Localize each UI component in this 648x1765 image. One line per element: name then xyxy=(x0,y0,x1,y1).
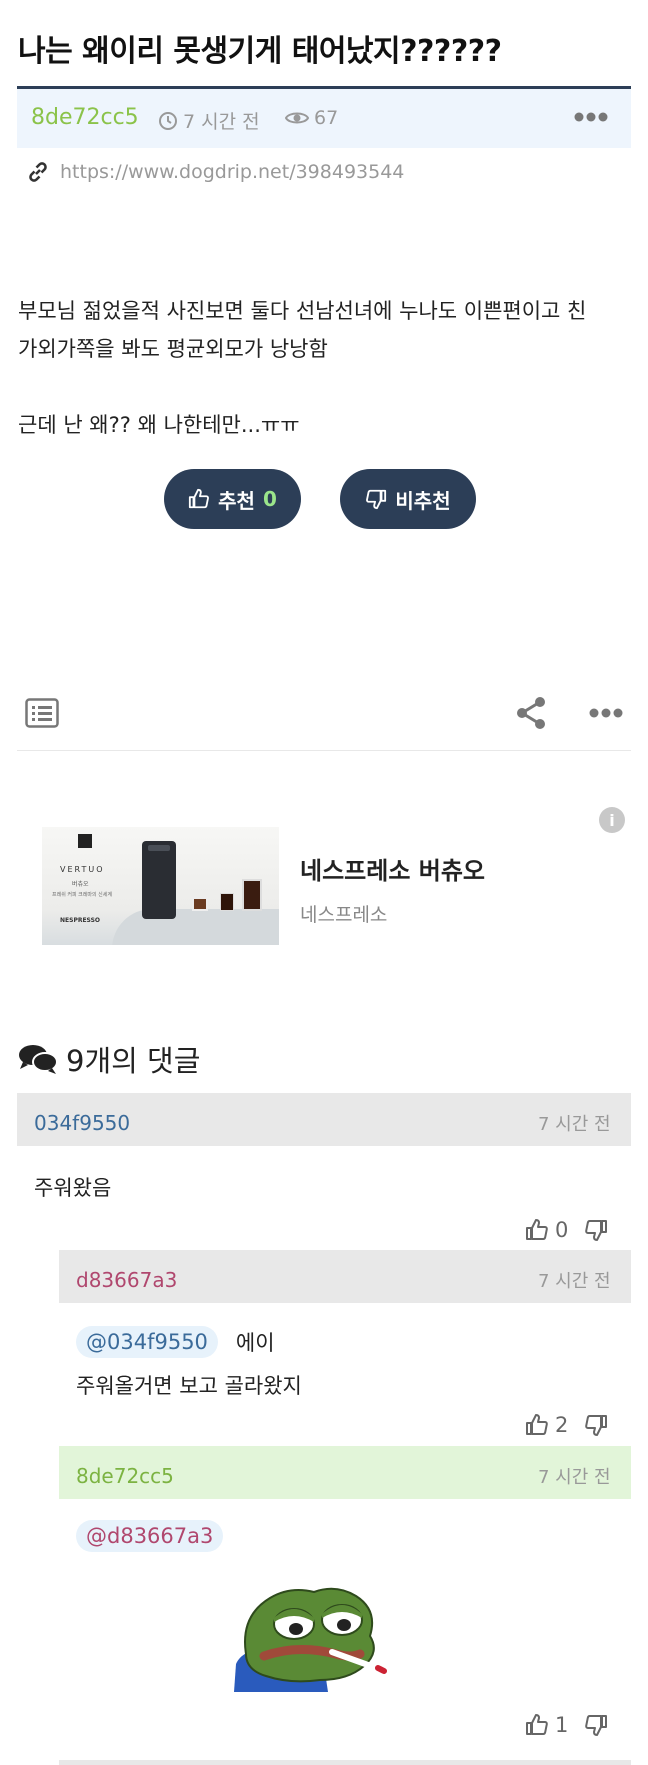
sad-frog-sticker xyxy=(232,1584,402,1698)
link-icon xyxy=(29,162,47,182)
comment-author[interactable]: d83667a3 xyxy=(76,1268,177,1292)
post-body-line: 근데 난 왜?? 왜 나한테만...ㅠㅠ xyxy=(18,413,300,437)
comment-time: 7 시간 전 xyxy=(538,1114,611,1135)
post-url[interactable]: https://www.dogdrip.net/398493544 xyxy=(26,160,404,184)
ad-image-vertuo: VERTUO xyxy=(60,865,105,874)
comment-like-count: 0 xyxy=(555,1218,569,1242)
comment-header-bar xyxy=(59,1760,631,1765)
eye-icon xyxy=(285,112,309,124)
thumbs-up-icon[interactable] xyxy=(525,1713,549,1737)
nespresso-badge xyxy=(78,834,92,848)
coffee-machine xyxy=(142,841,176,919)
coffee-cup xyxy=(192,897,208,911)
upvote-button[interactable]: 추천 0 xyxy=(164,469,301,529)
comment-votes: 1 xyxy=(525,1713,608,1737)
coffee-glass xyxy=(242,879,262,911)
post-body-line: 부모님 젊었을적 사진보면 둘다 선남선녀에 누나도 이쁜편이고 친 xyxy=(18,299,587,323)
ad-image-korean: 버츄오 xyxy=(72,881,89,888)
comments-header: 9개의 댓글 xyxy=(18,1038,200,1080)
downvote-button[interactable]: 비추천 xyxy=(340,469,476,529)
thumbs-up-icon[interactable] xyxy=(525,1413,549,1437)
thumbs-down-icon xyxy=(366,489,387,510)
table-surface xyxy=(112,909,279,945)
comment-like-count: 1 xyxy=(555,1713,569,1737)
ad-image-tagline: 프레쉬 커피 크레마의 신세계 xyxy=(52,892,112,898)
comment-text: 주워왔음 xyxy=(34,1176,112,1200)
more-icon xyxy=(589,708,623,718)
post-views: 67 xyxy=(285,107,338,129)
ad-image-logo: NESPRESSO xyxy=(60,917,101,924)
ad-image[interactable]: VERTUO 버츄오 프레쉬 커피 크레마의 신세계 NESPRESSO xyxy=(42,827,279,945)
share-icon xyxy=(517,697,545,729)
comment-author[interactable]: 034f9550 xyxy=(34,1111,130,1135)
thumbs-down-icon[interactable] xyxy=(584,1713,608,1737)
comment-votes: 0 xyxy=(525,1218,608,1242)
comment-text: 에이 xyxy=(235,1331,275,1355)
comment-mention[interactable]: @034f9550 xyxy=(76,1326,218,1358)
post-time: 7 시간 전 xyxy=(158,107,260,134)
comment-author[interactable]: 8de72cc5 xyxy=(76,1464,174,1488)
downvote-label: 비추천 xyxy=(395,488,451,513)
thumbs-down-icon[interactable] xyxy=(584,1413,608,1437)
ad-subtitle: 네스프레소 xyxy=(300,904,388,926)
ad-title[interactable]: 네스프레소 버츄오 xyxy=(300,851,485,886)
post-time-text: 7 시간 전 xyxy=(183,111,260,133)
comment-time: 7 시간 전 xyxy=(538,1271,611,1292)
clock-icon xyxy=(159,111,177,130)
comments-count: 9개의 댓글 xyxy=(66,1044,201,1078)
comment-mention[interactable]: @d83667a3 xyxy=(76,1520,224,1552)
share-button[interactable] xyxy=(515,696,547,734)
ad-info-icon[interactable]: i xyxy=(599,807,625,833)
post-more-button[interactable] xyxy=(574,104,608,129)
post-body: 부모님 젊었을적 사진보면 둘다 선남선녀에 누나도 이쁜편이고 친 가외가쪽을… xyxy=(18,292,630,444)
comments-icon xyxy=(19,1045,58,1074)
comment-text: 주워올거면 보고 골라왔지 xyxy=(76,1374,302,1398)
post-author[interactable]: 8de72cc5 xyxy=(31,105,139,130)
coffee-machine-top xyxy=(148,845,170,851)
comment-like-count: 2 xyxy=(555,1413,569,1437)
more-icon xyxy=(574,112,608,122)
post-body-line: 가외가쪽을 봐도 평균외모가 낭낭함 xyxy=(18,337,328,361)
upvote-count: 0 xyxy=(262,487,277,511)
post-views-count: 67 xyxy=(314,107,339,129)
comment-body: @034f9550 에이 xyxy=(76,1326,275,1358)
post-url-text[interactable]: https://www.dogdrip.net/398493544 xyxy=(60,161,404,183)
comment-body: @d83667a3 xyxy=(76,1520,224,1552)
comment-time: 7 시간 전 xyxy=(538,1467,611,1488)
coffee-glass-small xyxy=(220,893,234,911)
toolbar-divider xyxy=(17,750,631,751)
list-icon xyxy=(25,698,59,728)
post-title: 나는 왜이리 못생기게 태어났지?????? xyxy=(18,34,502,69)
comment-votes: 2 xyxy=(525,1413,608,1437)
sad-frog-image xyxy=(234,1587,387,1692)
toolbar-more-button[interactable] xyxy=(589,700,623,725)
thumbs-down-icon[interactable] xyxy=(584,1218,608,1242)
list-button[interactable] xyxy=(25,698,59,732)
thumbs-up-icon xyxy=(189,488,210,509)
thumbs-up-icon[interactable] xyxy=(525,1218,549,1242)
upvote-label: 추천 xyxy=(218,488,255,513)
